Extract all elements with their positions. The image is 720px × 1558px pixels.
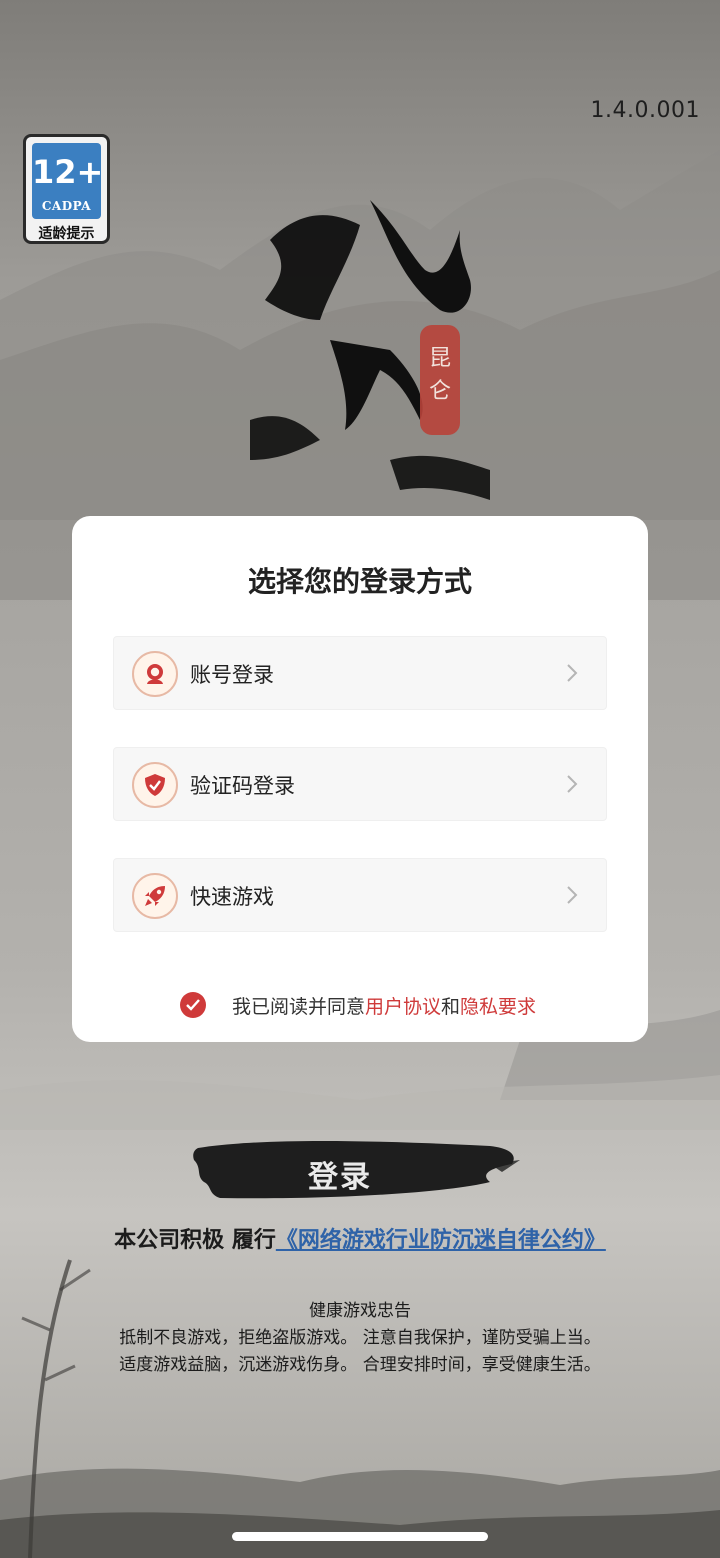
shield-check-icon — [132, 762, 178, 808]
agreement-checkbox[interactable] — [180, 992, 206, 1018]
seal-char-2: 仑 — [429, 379, 451, 404]
agreement-and: 和 — [441, 996, 461, 1018]
version-label: 1.4.0.001 — [590, 98, 700, 123]
login-method-dialog: 选择您的登录方式 账号登录 验证码登录 快速游戏 我已阅读并同意用户协议和隐私要… — [72, 516, 648, 1042]
pact-prefix: 本公司积极 履行 — [114, 1228, 276, 1253]
health-advice-title: 健康游戏忠告 — [309, 1301, 411, 1321]
seal-stamp: 昆 仑 — [420, 325, 460, 435]
pact-link[interactable]: 《网络游戏行业防沉迷自律公约》 — [276, 1228, 606, 1253]
chevron-right-icon — [567, 664, 578, 682]
checkmark-icon — [186, 999, 200, 1011]
dialog-title: 选择您的登录方式 — [247, 565, 472, 598]
user-agreement-link[interactable]: 用户协议 — [365, 996, 441, 1018]
account-login-option[interactable]: 账号登录 — [113, 636, 607, 710]
quick-play-label: 快速游戏 — [190, 885, 274, 909]
user-icon — [132, 651, 178, 697]
sms-code-login-label: 验证码登录 — [190, 774, 295, 798]
game-logo: 昆 仑 — [250, 200, 490, 500]
home-indicator[interactable] — [232, 1532, 488, 1541]
privacy-link[interactable]: 隐私要求 — [460, 996, 536, 1018]
login-button-label: 登录 — [308, 1160, 372, 1195]
agreement-prefix: 我已阅读并同意 — [232, 996, 366, 1018]
rocket-icon — [132, 873, 178, 919]
login-button[interactable]: 登录 — [190, 1134, 530, 1208]
chevron-right-icon — [567, 775, 578, 793]
quick-play-option[interactable]: 快速游戏 — [113, 858, 607, 932]
seal-char-1: 昆 — [429, 346, 451, 371]
age-rating-badge[interactable]: 12+ CADPA 适龄提示 — [23, 134, 110, 244]
chevron-right-icon — [567, 886, 578, 904]
sms-code-login-option[interactable]: 验证码登录 — [113, 747, 607, 821]
age-rating-tip: 适龄提示 — [38, 226, 95, 242]
health-advice-line-2: 适度游戏益脑，沉迷游戏伤身。 合理安排时间，享受健康生活。 — [119, 1355, 601, 1375]
age-rating-panel: 12+ CADPA — [32, 143, 104, 219]
account-login-label: 账号登录 — [190, 663, 274, 687]
anti-addiction-pact: 本公司积极 履行《网络游戏行业防沉迷自律公约》 — [0, 1222, 720, 1254]
health-advice-line-1: 抵制不良游戏，拒绝盗版游戏。 注意自我保护，谨防受骗上当。 — [119, 1328, 601, 1348]
age-rating-org: CADPA — [41, 199, 92, 213]
age-rating-value: 12+ — [32, 153, 104, 191]
agreement-text: 我已阅读并同意用户协议和隐私要求 — [232, 992, 536, 1019]
